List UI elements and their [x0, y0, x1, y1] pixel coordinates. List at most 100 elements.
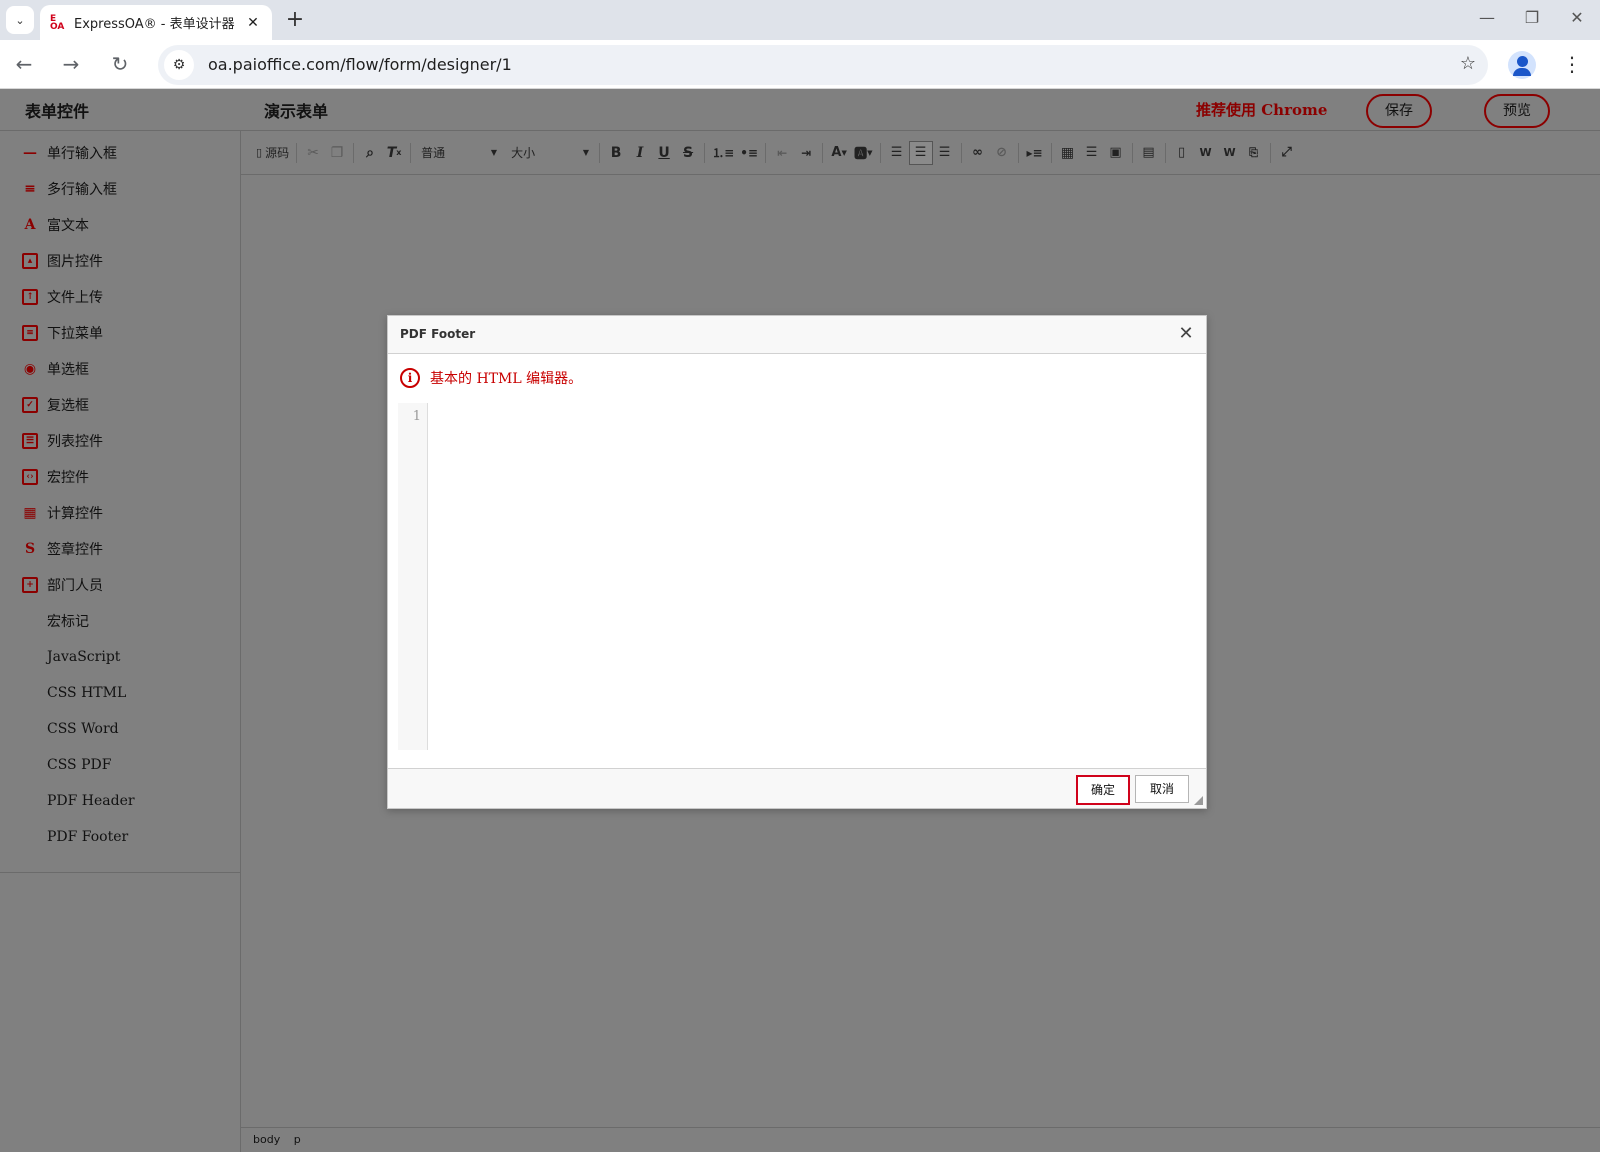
new-tab-button[interactable]: + — [282, 8, 308, 34]
sidebar-item-label: PDF Header — [47, 793, 135, 809]
sidebar-item-javascript[interactable]: JavaScript — [0, 639, 240, 675]
sidebar-item-single-line[interactable]: — 单行输入框 — [0, 135, 240, 171]
forward-icon[interactable]: → — [57, 50, 85, 78]
format-select-value: 普通 — [421, 146, 446, 160]
sidebar-item-list[interactable]: ☰ 列表控件 — [0, 423, 240, 459]
indent-icon[interactable]: ⇥ — [794, 141, 818, 165]
dialog-title: PDF Footer — [400, 327, 476, 341]
find-icon[interactable]: ⌕ — [358, 141, 382, 165]
bookmark-star-icon[interactable]: ☆ — [1460, 53, 1476, 74]
close-window-icon[interactable]: ✕ — [1562, 8, 1592, 27]
path-item-body[interactable]: body — [253, 1133, 280, 1146]
path-item-p[interactable]: p — [294, 1133, 301, 1146]
document-icon[interactable]: ▯ — [1170, 141, 1194, 165]
sidebar-item-label: CSS Word — [47, 721, 119, 737]
toolbar-separator — [599, 142, 601, 163]
word-export-icon[interactable]: W — [1194, 141, 1218, 165]
toolbar-separator — [1164, 142, 1166, 163]
sidebar-item-label: 列表控件 — [47, 434, 103, 450]
cancel-button[interactable]: 取消 — [1135, 775, 1189, 803]
dropdown-icon: ≡ — [22, 325, 38, 341]
align-left-icon[interactable]: ☰ — [885, 141, 909, 165]
insert-icon[interactable]: ▸≡ — [1023, 141, 1047, 165]
calculator-icon: ▦ — [23, 505, 37, 521]
close-icon[interactable]: ✕ — [1176, 323, 1196, 344]
horizontal-rule-icon[interactable]: ☰ — [1080, 141, 1104, 165]
toolbar-separator — [1269, 142, 1271, 163]
html-code-editor[interactable]: 1 — [398, 403, 1196, 750]
strikethrough-icon[interactable]: S — [676, 141, 700, 165]
restore-icon[interactable]: ❐ — [1517, 8, 1547, 27]
word-import-icon[interactable]: W — [1218, 141, 1242, 165]
sidebar-item-dropdown[interactable]: ≡ 下拉菜单 — [0, 315, 240, 351]
browser-menu-icon[interactable]: ⋮ — [1562, 52, 1582, 76]
image-icon: ▴ — [22, 253, 38, 269]
reload-icon[interactable]: ↻ — [106, 50, 134, 78]
cut-icon[interactable]: ✂ — [301, 141, 325, 165]
sidebar-item-signature[interactable]: S 签章控件 — [0, 531, 240, 567]
preview-button[interactable]: 预览 — [1484, 94, 1550, 128]
sidebar-item-macro-tag[interactable]: 宏标记 — [0, 603, 240, 639]
macro-icon: ‹› — [22, 469, 38, 485]
sidebar-item-label: JavaScript — [47, 649, 121, 665]
format-select[interactable]: 普通 ▼ — [415, 141, 503, 165]
remove-format-icon[interactable]: Tx — [382, 141, 406, 165]
numbered-list-icon[interactable]: ⒈≡ — [709, 141, 737, 165]
unlink-icon[interactable]: ⊘ — [990, 141, 1014, 165]
ok-button[interactable]: 确定 — [1076, 775, 1130, 805]
resize-handle-icon[interactable] — [1194, 796, 1203, 805]
bold-icon[interactable]: B — [604, 141, 628, 165]
italic-icon[interactable]: I — [628, 141, 652, 165]
maximize-icon[interactable]: ⤢ — [1275, 141, 1299, 165]
pdf-icon[interactable]: ⎘ — [1242, 141, 1266, 165]
underline-icon[interactable]: U — [652, 141, 676, 165]
align-center-icon[interactable]: ☰ — [908, 140, 933, 165]
dialog-footer: 确定 取消 — [388, 768, 1206, 808]
sidebar-item-calculator[interactable]: ▦ 计算控件 — [0, 495, 240, 531]
sidebar-item-pdf-header[interactable]: PDF Header — [0, 783, 240, 819]
toolbar-separator — [704, 142, 706, 163]
bulleted-list-icon[interactable]: •≡ — [737, 141, 761, 165]
sidebar-item-label: 宏控件 — [47, 470, 89, 486]
sidebar-item-css-html[interactable]: CSS HTML — [0, 675, 240, 711]
sidebar-item-css-pdf[interactable]: CSS PDF — [0, 747, 240, 783]
sidebar-item-label: 单行输入框 — [47, 146, 117, 162]
browser-tab[interactable]: E OA ExpressOA® - 表单设计器 ✕ — [40, 5, 272, 40]
link-icon[interactable]: ∞ — [966, 141, 990, 165]
minimize-icon[interactable]: — — [1472, 8, 1502, 27]
background-color-icon[interactable]: 🅰 ▼ — [851, 141, 875, 165]
list-icon: ☰ — [22, 433, 38, 449]
outdent-icon[interactable]: ⇤ — [770, 141, 794, 165]
form-name: 演示表单 — [264, 102, 329, 121]
sidebar-item-checkbox[interactable]: ✓ 复选框 — [0, 387, 240, 423]
sidebar-item-css-word[interactable]: CSS Word — [0, 711, 240, 747]
insert-image-icon[interactable]: ▣ — [1104, 141, 1128, 165]
sidebar-item-image[interactable]: ▴ 图片控件 — [0, 243, 240, 279]
align-right-icon[interactable]: ☰ — [933, 141, 957, 165]
sidebar-item-rich-text[interactable]: A 富文本 — [0, 207, 240, 243]
text-color-icon[interactable]: A ▼ — [827, 141, 851, 165]
sidebar-item-label: 图片控件 — [47, 254, 103, 270]
page-break-icon[interactable]: ▤ — [1137, 141, 1161, 165]
tab-search-button[interactable]: ⌄ — [6, 6, 34, 34]
sidebar-item-department[interactable]: + 部门人员 — [0, 567, 240, 603]
sidebar-item-multi-line[interactable]: ≡ 多行输入框 — [0, 171, 240, 207]
copy-icon[interactable]: ❐ — [325, 141, 349, 165]
site-info-icon[interactable]: ⚙ — [164, 50, 194, 80]
size-select[interactable]: 大小 ▼ — [505, 141, 595, 165]
table-icon[interactable]: ▦ — [1056, 141, 1080, 165]
address-bar[interactable]: ⚙ oa.paioffice.com/flow/form/designer/1 … — [158, 45, 1488, 85]
sidebar-item-pdf-footer[interactable]: PDF Footer — [0, 819, 240, 855]
sidebar-item-file-upload[interactable]: ↑ 文件上传 — [0, 279, 240, 315]
sidebar-item-macro[interactable]: ‹› 宏控件 — [0, 459, 240, 495]
profile-avatar[interactable] — [1508, 51, 1536, 79]
save-button[interactable]: 保存 — [1366, 94, 1432, 128]
back-icon[interactable]: ← — [10, 50, 38, 78]
close-tab-icon[interactable]: ✕ — [244, 15, 262, 31]
rich-text-icon: A — [24, 217, 36, 233]
sidebar-item-label: 部门人员 — [47, 578, 103, 594]
sidebar-item-radio[interactable]: ◉ 单选框 — [0, 351, 240, 387]
line-number-gutter: 1 — [398, 403, 428, 750]
url-text[interactable]: oa.paioffice.com/flow/form/designer/1 — [208, 55, 512, 74]
source-button[interactable]: ▯ 源码 — [253, 141, 292, 165]
